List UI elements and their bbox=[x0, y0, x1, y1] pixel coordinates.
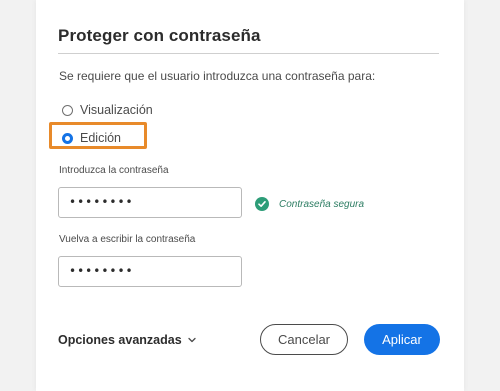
check-circle-icon bbox=[255, 197, 269, 211]
password-label: Introduzca la contraseña bbox=[59, 165, 169, 176]
cancel-button[interactable]: Cancelar bbox=[260, 324, 348, 355]
strength-text: Contraseña segura bbox=[279, 198, 365, 210]
chevron-down-icon bbox=[188, 337, 196, 343]
title-divider bbox=[58, 53, 439, 54]
radio-option-view[interactable]: Visualización bbox=[62, 101, 153, 119]
radio-edit-label: Edición bbox=[80, 131, 121, 145]
apply-button[interactable]: Aplicar bbox=[364, 324, 440, 355]
dialog-title: Proteger con contraseña bbox=[58, 26, 261, 45]
advanced-options-toggle[interactable]: Opciones avanzadas bbox=[58, 333, 197, 347]
confirm-password-label: Vuelva a escribir la contraseña bbox=[59, 234, 196, 245]
password-strength-indicator: Contraseña segura bbox=[255, 197, 364, 211]
instruction-text: Se requiere que el usuario introduzca un… bbox=[59, 69, 376, 83]
confirm-password-field[interactable]: •••••••• bbox=[58, 256, 242, 287]
radio-view-label: Visualización bbox=[80, 103, 153, 117]
radio-edit-button[interactable] bbox=[62, 132, 73, 144]
password-field[interactable]: •••••••• bbox=[58, 187, 242, 218]
protect-password-dialog: Proteger con contraseña Se requiere que … bbox=[36, 0, 464, 391]
advanced-options-label: Opciones avanzadas bbox=[58, 333, 182, 347]
radio-option-edit[interactable]: Edición bbox=[62, 129, 121, 147]
radio-view-button[interactable] bbox=[62, 104, 73, 116]
